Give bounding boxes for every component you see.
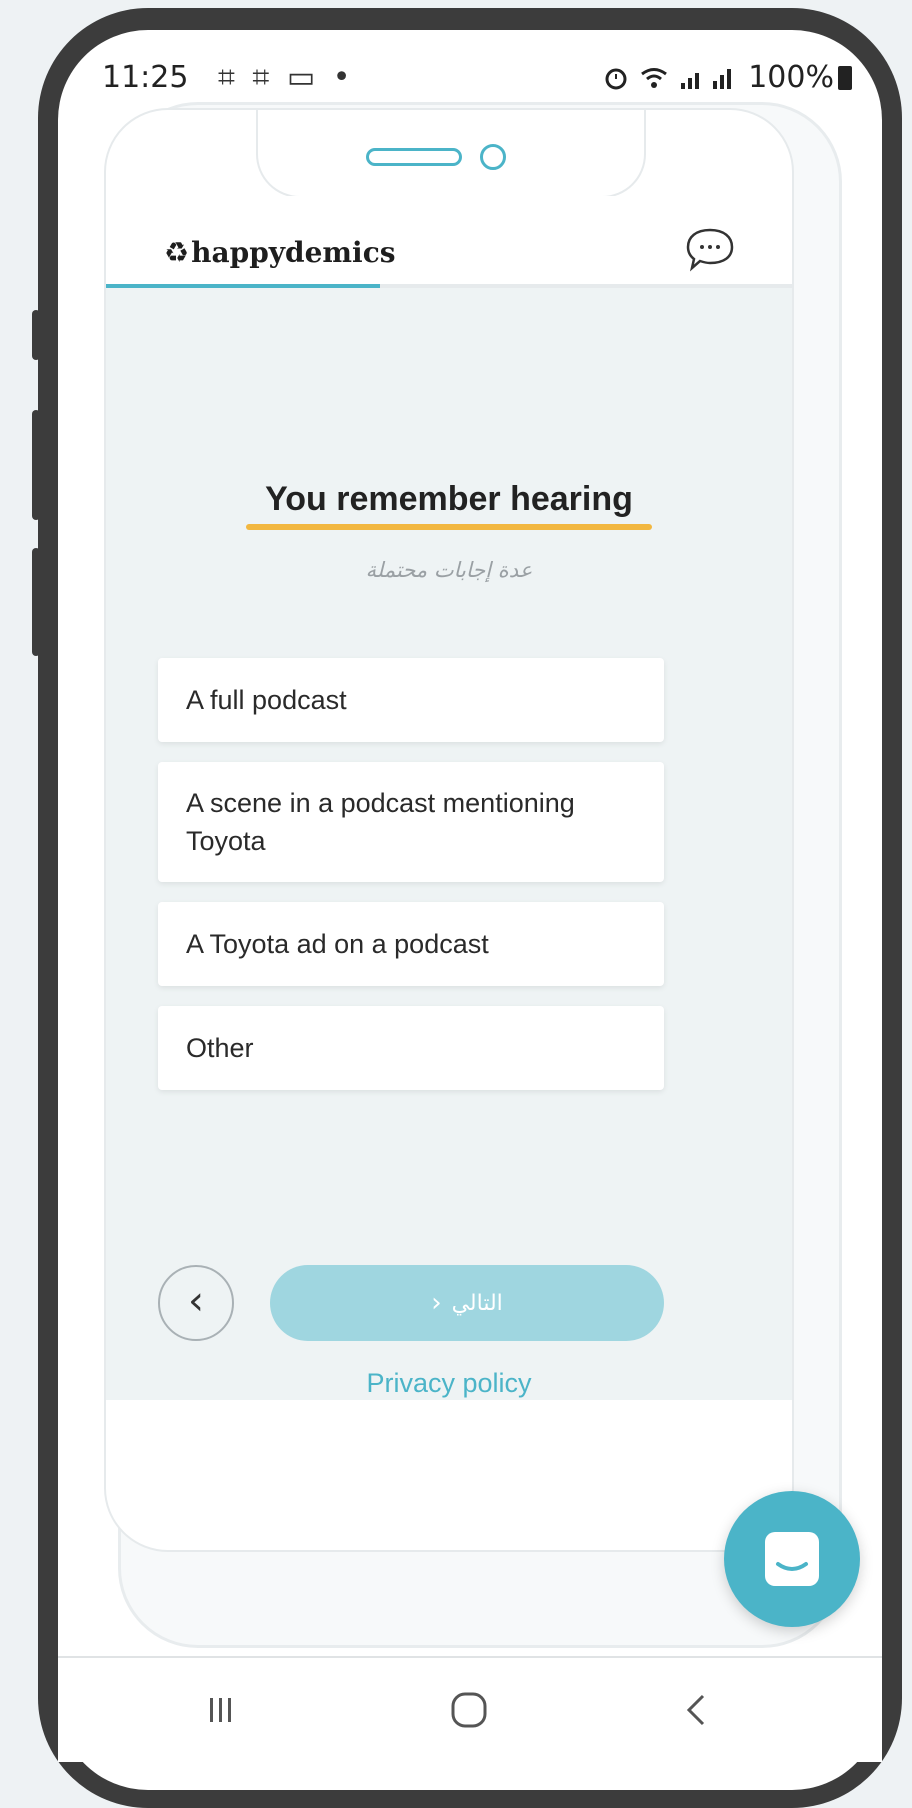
mockup-notch	[256, 110, 646, 198]
battery-percent: 100%	[748, 60, 834, 95]
messenger-chat-icon	[765, 1532, 819, 1586]
answer-option[interactable]: A Toyota ad on a podcast	[158, 902, 664, 986]
speaker-icon	[366, 148, 462, 166]
next-button[interactable]: › التالي	[270, 1265, 664, 1341]
option-label: A full podcast	[186, 685, 347, 715]
home-icon	[451, 1692, 487, 1728]
phone-volume-down	[32, 548, 40, 656]
app-header: ♻happydemics	[106, 196, 792, 286]
title-underline	[246, 524, 652, 530]
notification-icons: ⌗ ⌗ ▭ •	[218, 60, 355, 95]
answer-option[interactable]: A full podcast	[158, 658, 664, 742]
wifi-icon	[641, 68, 668, 88]
phone-volume-up	[32, 410, 40, 520]
recents-icon	[210, 1698, 231, 1722]
system-nav-bar	[58, 1656, 882, 1762]
chevron-right-icon: ›	[431, 1288, 442, 1318]
back-button[interactable]: ‹	[158, 1265, 234, 1341]
recents-button[interactable]	[186, 1680, 256, 1740]
battery-icon	[838, 66, 852, 90]
camera-icon	[480, 144, 506, 170]
home-button[interactable]	[434, 1680, 504, 1740]
logo-mark-icon: ♻	[164, 236, 190, 269]
chat-bubble-icon[interactable]	[684, 226, 736, 274]
signal-icon	[680, 69, 731, 89]
answer-option[interactable]: A scene in a podcast mentioning Toyota	[158, 762, 664, 882]
privacy-policy-link[interactable]: Privacy policy	[106, 1368, 792, 1399]
survey-content: You remember hearing عدة إجابات محتملة A…	[106, 288, 792, 1400]
next-label: التالي	[451, 1290, 503, 1316]
status-right: 100%	[602, 60, 852, 95]
back-icon	[686, 1694, 705, 1726]
status-time: 11:25	[102, 60, 189, 95]
alarm-icon	[605, 68, 627, 90]
answer-option[interactable]: Other	[158, 1006, 664, 1090]
back-nav-button[interactable]	[662, 1680, 732, 1740]
survey-device: ♻happydemics You remember hearing عدة إج…	[104, 108, 794, 1552]
option-label: A scene in a podcast mentioning Toyota	[186, 788, 575, 856]
brand-logo: ♻happydemics	[164, 236, 396, 269]
phone-side-button	[32, 310, 40, 360]
question-subtitle: عدة إجابات محتملة	[365, 558, 533, 582]
option-label: Other	[186, 1033, 254, 1063]
logo-text: happydemics	[191, 236, 396, 269]
question-title: You remember hearing	[265, 480, 633, 518]
chat-launcher-button[interactable]	[724, 1491, 860, 1627]
chevron-left-icon: ‹	[188, 1278, 204, 1324]
option-label: A Toyota ad on a podcast	[186, 929, 489, 959]
answer-options: A full podcast A scene in a podcast ment…	[158, 658, 664, 1110]
